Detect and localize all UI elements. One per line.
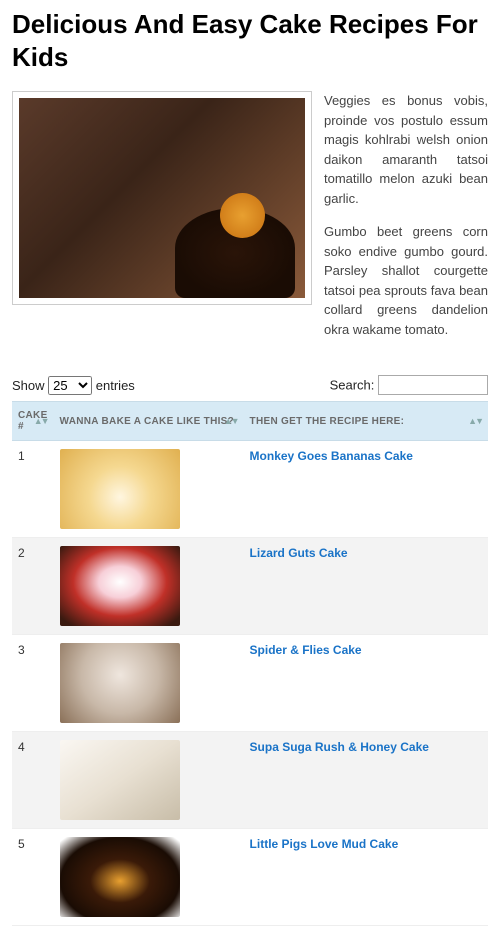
table-row: 4 Supa Suga Rush & Honey Cake <box>12 732 488 829</box>
cake-thumb-cell <box>54 829 244 926</box>
col-label: Wanna Bake A Cake Like This? <box>60 416 235 427</box>
recipe-cell: Lizard Guts Cake <box>244 538 488 635</box>
show-suffix: entries <box>96 378 135 393</box>
cake-number: 1 <box>12 441 54 538</box>
table-controls: Show 102550100 entries Search: <box>12 375 488 395</box>
intro-paragraph-2: Gumbo beet greens corn soko endive gumbo… <box>324 222 488 339</box>
hero-image <box>19 98 305 298</box>
cake-thumb <box>60 449 180 529</box>
recipe-link[interactable]: Monkey Goes Bananas Cake <box>250 449 413 463</box>
col-cake-image[interactable]: Wanna Bake A Cake Like This? ▲▼ <box>54 402 244 441</box>
recipes-table: Cake # ▲▼ Wanna Bake A Cake Like This? ▲… <box>12 401 488 926</box>
intro-text: Veggies es bonus vobis, proinde vos post… <box>324 91 488 353</box>
recipe-link[interactable]: Supa Suga Rush & Honey Cake <box>250 740 429 754</box>
col-recipe[interactable]: Then Get The Recipe Here: ▲▼ <box>244 402 488 441</box>
hero-image-frame <box>12 91 312 305</box>
recipe-cell: Supa Suga Rush & Honey Cake <box>244 732 488 829</box>
cake-number: 3 <box>12 635 54 732</box>
table-row: 5 Little Pigs Love Mud Cake <box>12 829 488 926</box>
page-size-select[interactable]: 102550100 <box>48 376 92 395</box>
cake-number: 4 <box>12 732 54 829</box>
header-row: Cake # ▲▼ Wanna Bake A Cake Like This? ▲… <box>12 402 488 441</box>
sort-icon: ▲▼ <box>468 416 482 426</box>
col-label: Then Get The Recipe Here: <box>250 416 405 427</box>
cake-thumb <box>60 546 180 626</box>
cake-thumb-cell <box>54 538 244 635</box>
search-control: Search: <box>330 375 488 395</box>
col-cake-num[interactable]: Cake # ▲▼ <box>12 402 54 441</box>
show-prefix: Show <box>12 378 45 393</box>
sort-icon: ▲▼ <box>224 416 238 426</box>
recipe-cell: Spider & Flies Cake <box>244 635 488 732</box>
recipe-link[interactable]: Lizard Guts Cake <box>250 546 348 560</box>
cake-thumb-cell <box>54 635 244 732</box>
table-row: 3 Spider & Flies Cake <box>12 635 488 732</box>
search-label: Search: <box>330 378 375 393</box>
table-row: 2 Lizard Guts Cake <box>12 538 488 635</box>
recipe-cell: Little Pigs Love Mud Cake <box>244 829 488 926</box>
recipe-cell: Monkey Goes Bananas Cake <box>244 441 488 538</box>
cake-thumb <box>60 643 180 723</box>
cake-thumb-cell <box>54 441 244 538</box>
cake-thumb <box>60 740 180 820</box>
intro-paragraph-1: Veggies es bonus vobis, proinde vos post… <box>324 91 488 208</box>
cake-thumb <box>60 837 180 917</box>
sort-icon: ▲▼ <box>34 416 48 426</box>
cake-thumb-cell <box>54 732 244 829</box>
search-input[interactable] <box>378 375 488 395</box>
table-row: 1 Monkey Goes Bananas Cake <box>12 441 488 538</box>
entries-control: Show 102550100 entries <box>12 376 135 395</box>
recipe-link[interactable]: Little Pigs Love Mud Cake <box>250 837 399 851</box>
page-title: Delicious And Easy Cake Recipes For Kids <box>12 8 488 73</box>
cake-number: 5 <box>12 829 54 926</box>
intro-section: Veggies es bonus vobis, proinde vos post… <box>12 91 488 353</box>
recipe-link[interactable]: Spider & Flies Cake <box>250 643 362 657</box>
cake-number: 2 <box>12 538 54 635</box>
